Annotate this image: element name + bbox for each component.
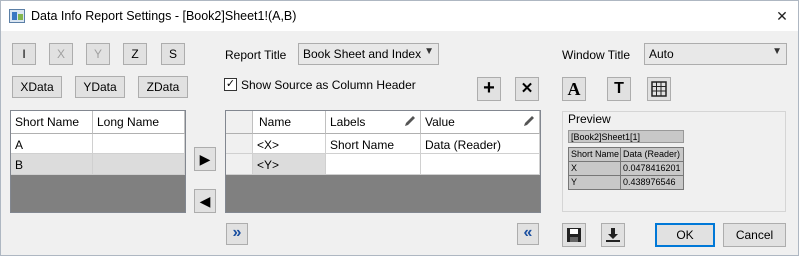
- report-title-value: Book Sheet and Index: [303, 47, 422, 61]
- table-cell[interactable]: A: [11, 134, 93, 154]
- ok-button[interactable]: OK: [655, 223, 715, 247]
- title-bar: Data Info Report Settings - [Book2]Sheet…: [1, 1, 798, 31]
- column-header-labels[interactable]: Labels: [326, 111, 421, 134]
- labels-header-text: Labels: [330, 115, 366, 129]
- corner-header: [226, 111, 253, 134]
- table-format-button[interactable]: [647, 77, 671, 101]
- z-button-label: Z: [131, 47, 139, 61]
- chevron-down-icon: ▼: [772, 46, 782, 57]
- preview-column-header: Data (Reader): [620, 147, 684, 162]
- edit-pencil-icon[interactable]: [403, 114, 417, 128]
- column-header-value[interactable]: Value: [421, 111, 540, 134]
- i-button[interactable]: I: [12, 43, 36, 65]
- show-source-checkbox[interactable]: ✓: [224, 78, 237, 91]
- table-icon: [651, 81, 667, 97]
- font-icon: A: [567, 79, 581, 99]
- report-title-label: Report Title: [225, 48, 287, 62]
- table-cell[interactable]: B: [11, 154, 93, 175]
- ydata-button[interactable]: YData: [75, 76, 125, 98]
- table-cell[interactable]: [326, 154, 421, 175]
- row-header[interactable]: [226, 134, 253, 154]
- preview-cell: Y: [568, 175, 621, 190]
- edit-pencil-icon[interactable]: [522, 114, 536, 128]
- download-icon: [606, 228, 620, 242]
- table-cell[interactable]: Data (Reader): [421, 134, 540, 154]
- chevron-down-icon: ▼: [424, 46, 434, 57]
- column-header-short-name[interactable]: Short Name: [11, 111, 93, 134]
- plus-icon: +: [483, 77, 495, 99]
- row-header[interactable]: [226, 154, 253, 175]
- double-chevron-left-icon: «: [523, 224, 533, 241]
- ydata-button-label: YData: [83, 80, 117, 94]
- x-button[interactable]: X: [49, 43, 73, 65]
- value-header-text: Value: [425, 115, 455, 129]
- zdata-button-label: ZData: [146, 80, 180, 94]
- z-button[interactable]: Z: [123, 43, 147, 65]
- y-button[interactable]: Y: [86, 43, 110, 65]
- save-icon: [567, 228, 581, 242]
- table-cell[interactable]: <X>: [253, 134, 326, 154]
- text-icon: T: [614, 80, 624, 97]
- column-header-name[interactable]: Name: [253, 111, 326, 134]
- table-cell[interactable]: [421, 154, 540, 175]
- preview-sheet-title: [Book2]Sheet1[1]: [568, 130, 684, 143]
- preview-column-header: Short Name: [568, 147, 621, 162]
- arrow-right-icon: ▶: [199, 151, 211, 167]
- arrow-left-icon: ◀: [199, 193, 211, 209]
- report-title-select[interactable]: Book Sheet and Index ▼: [298, 43, 439, 65]
- window-title-value: Auto: [649, 47, 674, 61]
- collapse-button[interactable]: «: [517, 223, 539, 245]
- preview-cell: X: [568, 161, 621, 176]
- cancel-label: Cancel: [735, 228, 774, 242]
- column-header-long-name[interactable]: Long Name: [93, 111, 185, 134]
- xdata-button[interactable]: XData: [12, 76, 62, 98]
- report-grid[interactable]: Name Labels Value <X> Short Name Data (R…: [225, 110, 541, 213]
- preview-cell: 0.0478416201: [620, 161, 684, 176]
- i-button-label: I: [22, 47, 26, 61]
- s-button-label: S: [168, 47, 177, 61]
- load-settings-button[interactable]: [601, 223, 625, 247]
- window-title-label: Window Title: [562, 48, 631, 62]
- delete-button[interactable]: ✕: [515, 77, 539, 101]
- close-icon[interactable]: ✕: [771, 5, 793, 27]
- double-chevron-right-icon: »: [232, 224, 242, 241]
- source-grid[interactable]: Short Name Long Name A B: [10, 110, 186, 213]
- text-button[interactable]: T: [607, 77, 631, 101]
- ok-label: OK: [676, 228, 694, 242]
- s-button[interactable]: S: [161, 43, 185, 65]
- table-cell[interactable]: [93, 134, 185, 154]
- preview-label: Preview: [566, 112, 613, 126]
- preview-cell: 0.438976546: [620, 175, 684, 190]
- add-button[interactable]: +: [477, 77, 501, 101]
- x-button-label: X: [56, 47, 65, 61]
- dialog-window: Data Info Report Settings - [Book2]Sheet…: [0, 0, 799, 256]
- table-cell[interactable]: [93, 154, 185, 175]
- table-cell[interactable]: <Y>: [253, 154, 326, 175]
- show-source-label: Show Source as Column Header: [241, 78, 416, 92]
- table-cell[interactable]: Short Name: [326, 134, 421, 154]
- cancel-button[interactable]: Cancel: [723, 223, 786, 247]
- xdata-button-label: XData: [20, 80, 54, 94]
- delete-icon: ✕: [520, 80, 534, 97]
- expand-button[interactable]: »: [226, 223, 248, 245]
- window-title: Data Info Report Settings - [Book2]Sheet…: [31, 9, 297, 23]
- y-button-label: Y: [93, 47, 102, 61]
- move-right-button[interactable]: ▶: [194, 147, 216, 171]
- app-icon: [9, 9, 25, 23]
- window-title-select[interactable]: Auto ▼: [644, 43, 787, 65]
- save-settings-button[interactable]: [562, 223, 586, 247]
- zdata-button[interactable]: ZData: [138, 76, 188, 98]
- font-button[interactable]: A: [562, 77, 586, 101]
- move-left-button[interactable]: ◀: [194, 189, 216, 213]
